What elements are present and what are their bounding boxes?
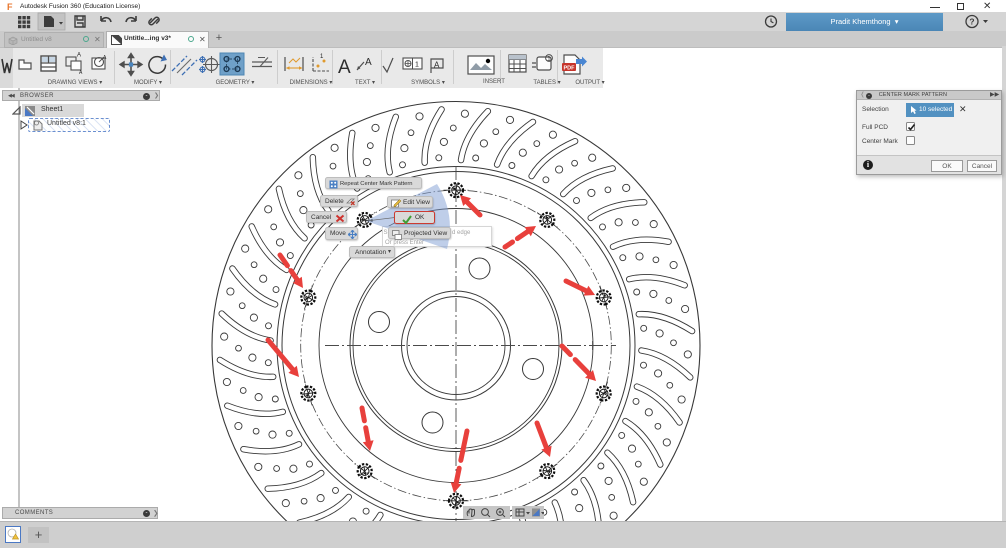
svg-text:PDF: PDF [564, 66, 576, 72]
svg-text:?: ? [969, 17, 974, 27]
svg-text:1: 1 [320, 54, 324, 60]
svg-text:A: A [338, 57, 351, 78]
svg-text:A: A [79, 70, 83, 76]
svg-text:A: A [434, 61, 440, 70]
svg-text:A: A [365, 57, 372, 68]
svg-text:1: 1 [415, 62, 419, 69]
svg-text:A: A [103, 55, 107, 61]
svg-text:A: A [77, 53, 81, 59]
